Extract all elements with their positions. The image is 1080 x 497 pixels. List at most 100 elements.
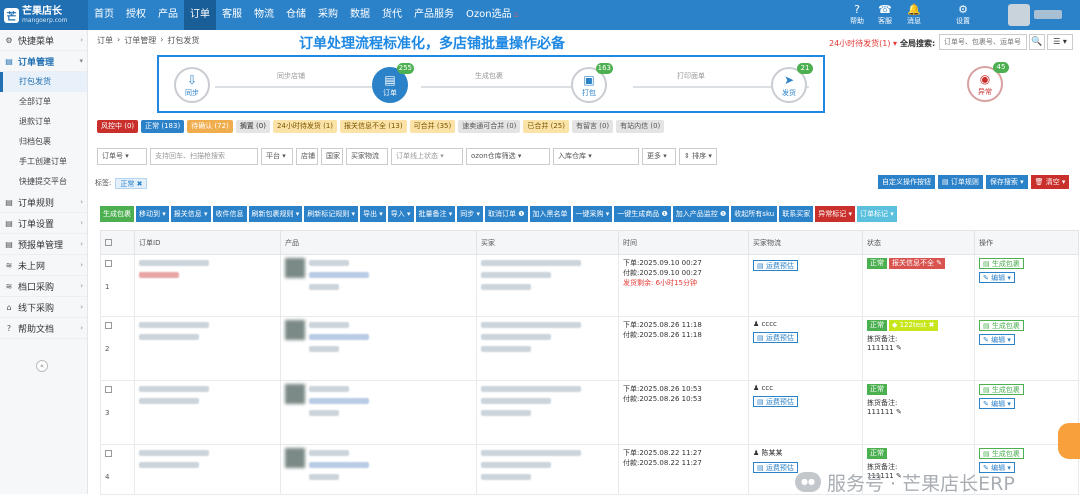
filter-control[interactable]: 店铺 bbox=[296, 148, 318, 165]
column-header[interactable] bbox=[100, 230, 135, 255]
toolbar-button[interactable]: 🗑 清空 ▾ bbox=[1030, 175, 1070, 189]
filter-control[interactable]: 入库仓库 ▾ bbox=[553, 148, 639, 165]
edit-button[interactable]: ✎ 编辑 ▾ bbox=[979, 398, 1015, 409]
step-exception[interactable]: ◉ 异常 45 bbox=[967, 62, 1009, 102]
status-tab[interactable]: 有留言 (0) bbox=[571, 120, 614, 133]
sidebar-group[interactable]: ▤ 订单设置 › bbox=[0, 213, 87, 234]
table-row[interactable]: 2 下单:2025.08.26 11:18 付款:2025.08.26 11:18 ♟… bbox=[100, 316, 1079, 381]
nav-item[interactable]: 产品服务 bbox=[408, 0, 460, 30]
order-tag-badge[interactable]: ◆ 122test ✖ bbox=[889, 320, 938, 331]
batch-action-button[interactable]: 报关信息 ▾ bbox=[170, 206, 211, 222]
status-tab[interactable]: 待确认 (72) bbox=[187, 120, 233, 133]
sidebar-group[interactable]: ≋ 档口采购 › bbox=[0, 276, 87, 297]
sidebar-item[interactable]: 退款订单 bbox=[0, 112, 87, 132]
app-logo[interactable]: 芒 芒果店长 mangoerp.com bbox=[0, 0, 88, 30]
status-tab[interactable]: 搁置 (0) bbox=[235, 120, 270, 133]
batch-action-button[interactable]: 导入 ▾ bbox=[387, 206, 414, 222]
freight-estimate-button[interactable]: ▤ 运费预估 bbox=[753, 462, 798, 473]
support-icon-button[interactable]: ☎ 客服 bbox=[870, 3, 900, 29]
status-tab[interactable]: 有站内信 (0) bbox=[616, 120, 665, 133]
global-search-input[interactable] bbox=[939, 34, 1027, 50]
status-tab[interactable]: 报关信息不全 (13) bbox=[340, 120, 407, 133]
batch-action-button[interactable]: 加入黑名单 bbox=[529, 206, 571, 222]
batch-action-button[interactable]: 收件信息 bbox=[212, 206, 247, 222]
sidebar-group[interactable]: ▤ 预报单管理 › bbox=[0, 234, 87, 255]
sidebar-group[interactable]: ▤ 订单规则 › bbox=[0, 192, 87, 213]
create-package-button[interactable]: ▤ 生成包裹 bbox=[979, 448, 1024, 459]
collapse-sidebar-icon[interactable]: « bbox=[36, 360, 48, 372]
sidebar-group[interactable]: ⚙ 快捷菜单 › bbox=[0, 30, 87, 51]
nav-item[interactable]: 产品 bbox=[152, 0, 184, 30]
sidebar-item[interactable]: 快捷提交平台 bbox=[0, 172, 87, 192]
status-tab[interactable]: 24小时待发货 (1) bbox=[272, 120, 338, 133]
select-all-checkbox[interactable] bbox=[105, 239, 112, 246]
edit-button[interactable]: ✎ 编辑 ▾ bbox=[979, 272, 1015, 283]
product-thumbnail[interactable] bbox=[285, 384, 305, 404]
search-options-menu-icon[interactable]: ☰ ▾ bbox=[1047, 34, 1073, 50]
help-icon-button[interactable]: ? 帮助 bbox=[842, 3, 872, 29]
customs-warning-badge[interactable]: 报关信息不全 ✎ bbox=[889, 258, 946, 269]
filter-control[interactable]: 支持回车、扫描枪搜索 bbox=[150, 148, 258, 165]
row-checkbox[interactable] bbox=[105, 260, 112, 267]
table-row[interactable]: 3 下单:2025.08.26 10:53 付款:2025.08.26 10:53 ♟… bbox=[100, 380, 1079, 445]
product-thumbnail[interactable] bbox=[285, 448, 305, 468]
nav-item[interactable]: 采购 bbox=[312, 0, 344, 30]
bell-icon-button[interactable]: 🔔 消息 bbox=[899, 3, 929, 29]
sidebar-group[interactable]: ⌂ 线下采购 › bbox=[0, 297, 87, 318]
toolbar-button[interactable]: 保存搜索 ▾ bbox=[985, 175, 1028, 189]
batch-action-button[interactable]: 收起所有sku bbox=[731, 206, 778, 222]
status-tab[interactable]: 正常 (183) bbox=[141, 120, 185, 133]
step-pack[interactable]: ▣ 打包 163 bbox=[571, 63, 613, 103]
status-tab[interactable]: 已合并 (25) bbox=[523, 120, 569, 133]
sidebar-group[interactable]: ? 帮助文档 › bbox=[0, 318, 87, 339]
user-name-blurred[interactable] bbox=[1034, 10, 1062, 19]
batch-action-button[interactable]: 生成包裹 bbox=[100, 206, 134, 222]
product-thumbnail[interactable] bbox=[285, 258, 305, 278]
filter-control[interactable]: 订单线上状态 ▾ bbox=[391, 148, 463, 165]
filter-control[interactable]: ozon仓库筛选 ▾ bbox=[466, 148, 550, 165]
status-tab[interactable]: 可合并 (35) bbox=[409, 120, 456, 133]
avatar[interactable] bbox=[1008, 4, 1030, 26]
breadcrumb-item[interactable]: 打包发货 bbox=[167, 35, 199, 46]
sidebar-item[interactable]: 手工创建订单 bbox=[0, 152, 87, 172]
nav-item[interactable]: 订单 bbox=[184, 0, 216, 30]
freight-estimate-button[interactable]: ▤ 运费预估 bbox=[753, 260, 798, 271]
batch-action-button[interactable]: 刷新标记规则 ▾ bbox=[304, 206, 358, 222]
batch-action-button[interactable]: 导出 ▾ bbox=[360, 206, 386, 222]
nav-item[interactable]: 物流 bbox=[248, 0, 280, 30]
batch-action-button[interactable]: 一键生成商品 ❶ bbox=[614, 206, 671, 222]
batch-action-button[interactable]: 联系买家 bbox=[779, 206, 814, 222]
nav-item[interactable]: 数据 bbox=[344, 0, 376, 30]
status-tab[interactable]: 速卖通可合并 (0) bbox=[458, 120, 521, 133]
filter-control[interactable]: ⇕ 排序 ▾ bbox=[679, 148, 717, 165]
sidebar-item[interactable]: 全部订单 bbox=[0, 92, 87, 112]
breadcrumb-item[interactable]: 订单管理 bbox=[124, 35, 156, 46]
filter-control[interactable]: 买家物流 bbox=[346, 148, 388, 165]
nav-item[interactable]: 货代 bbox=[376, 0, 408, 30]
nav-item[interactable]: 客服 bbox=[216, 0, 248, 30]
create-package-button[interactable]: ▤ 生成包裹 bbox=[979, 384, 1024, 395]
pending-24h-link[interactable]: 24小时待发货(1) ▾ bbox=[829, 38, 897, 49]
create-package-button[interactable]: ▤ 生成包裹 bbox=[979, 258, 1024, 269]
batch-action-button[interactable]: 加入产品监控 ❶ bbox=[672, 206, 730, 222]
nav-item[interactable]: Ozon选品♨ bbox=[460, 0, 526, 30]
picking-note-value[interactable]: 111111 ✎ bbox=[867, 408, 902, 416]
product-thumbnail[interactable] bbox=[285, 320, 305, 340]
batch-action-button[interactable]: 移动到 ▾ bbox=[136, 206, 169, 222]
step-orders[interactable]: ▤ 订单 255 bbox=[372, 63, 414, 103]
batch-action-button[interactable]: 刷新包裹规则 ▾ bbox=[248, 206, 303, 222]
filter-control[interactable]: 国家 bbox=[321, 148, 343, 165]
batch-action-button[interactable]: 取消订单 ❶ bbox=[485, 206, 528, 222]
sidebar-item[interactable]: 打包发货 bbox=[0, 72, 87, 92]
nav-item[interactable]: 仓储 bbox=[280, 0, 312, 30]
filter-control[interactable]: 更多 ▾ bbox=[642, 148, 676, 165]
sidebar-group[interactable]: ≋ 未上网 › bbox=[0, 255, 87, 276]
step-ship[interactable]: ➤ 发货 21 bbox=[771, 63, 813, 103]
mascot-widget[interactable] bbox=[1058, 423, 1080, 459]
row-checkbox[interactable] bbox=[105, 322, 112, 329]
toolbar-button[interactable]: ▤ 订单规则 bbox=[938, 175, 983, 189]
picking-note-value[interactable]: 111111 ✎ bbox=[867, 344, 902, 352]
batch-action-button[interactable]: 一键采购 ▾ bbox=[572, 206, 613, 222]
row-checkbox[interactable] bbox=[105, 450, 112, 457]
gear-icon-button[interactable]: ⚙ 设置 bbox=[948, 3, 978, 29]
